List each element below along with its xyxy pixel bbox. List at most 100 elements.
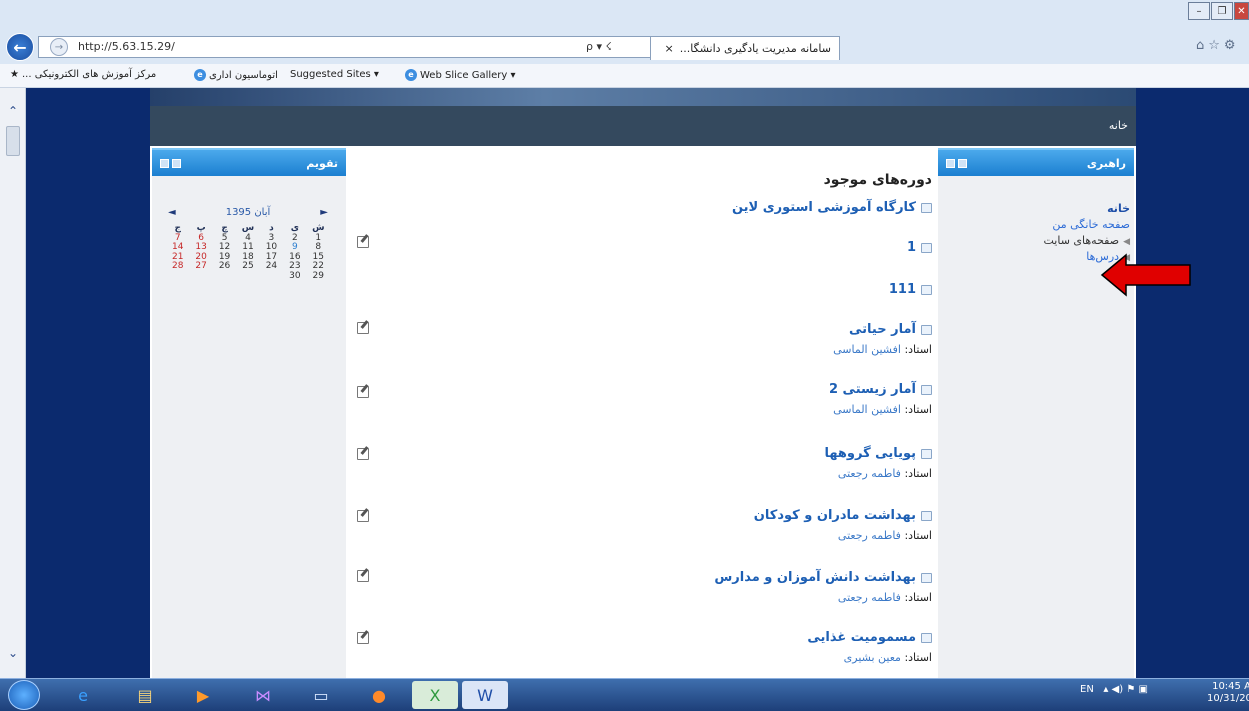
search-refresh-controls[interactable]: ρ ▾ ☇ (586, 40, 612, 53)
clock-time: 10:45 AM (1212, 681, 1249, 692)
back-button[interactable]: ← (6, 33, 34, 61)
clock[interactable]: 10:45 AM 10/31/2016 (1207, 681, 1249, 705)
explorer-taskbar-icon[interactable]: ▤ (122, 681, 168, 709)
edit-course-icon[interactable] (357, 322, 369, 334)
course-name: بهداشت مادران و کودکان (753, 508, 916, 523)
course-link[interactable]: پویایی گروهها (352, 446, 932, 461)
course-link[interactable]: آمار زیستی 2 (352, 382, 932, 397)
teacher-label: استاد: (904, 591, 932, 604)
course-link[interactable]: آمار حیاتی (352, 322, 932, 337)
close-window-button[interactable]: ✕ (1234, 2, 1249, 20)
firefox-taskbar-icon[interactable]: ● (356, 681, 402, 709)
calendar-prev-icon[interactable]: ◄ (168, 207, 176, 221)
calendar-day[interactable]: 27 (189, 261, 212, 272)
ie-taskbar-icon[interactable]: e (60, 681, 106, 709)
course-link[interactable]: 1 (352, 240, 932, 255)
calendar-header: تقویم (152, 148, 346, 176)
ie-icon: e (194, 69, 206, 81)
course-link[interactable]: کارگاه آموزشی استوری لاین (352, 200, 932, 215)
book-icon (921, 324, 932, 335)
clock-date: 10/31/2016 (1207, 693, 1249, 704)
teacher-name-link[interactable]: فاطمه رجعتی (838, 529, 901, 542)
course-name: پویایی گروهها (824, 446, 916, 461)
tray-icons[interactable]: ▴ ◀) ⚑ ▣ (1103, 684, 1148, 695)
teacher-label: استاد: (904, 529, 932, 542)
teacher-name-link[interactable]: افشین الماسی (833, 343, 901, 356)
course-link[interactable]: بهداشت مادران و کودکان (352, 508, 932, 523)
expand-triangle-icon: ◀ (1123, 237, 1130, 247)
start-button[interactable] (8, 680, 40, 710)
nav-my-home-link[interactable]: صفحه خانگی من (944, 218, 1130, 231)
edit-course-icon[interactable] (357, 386, 369, 398)
course-item: پویایی گروهها استاد: فاطمه رجعتی (352, 446, 932, 480)
favorites-bar (0, 64, 1249, 88)
browser-tab[interactable]: × ...سامانه مدیریت یادگیری دانشگا (650, 36, 840, 60)
calendar-day[interactable]: 29 (307, 271, 330, 282)
word-taskbar-icon[interactable]: W (462, 681, 508, 709)
scroll-down-icon[interactable]: ⌄ (8, 646, 18, 660)
calendar-day[interactable]: 26 (213, 261, 236, 272)
calendar-day[interactable]: 30 (283, 271, 306, 282)
calendar-day[interactable]: 25 (236, 261, 259, 272)
favorite-automation[interactable]: e اتوماسیون اداری (194, 69, 278, 81)
calendar-day (189, 272, 212, 282)
edit-course-icon[interactable] (357, 510, 369, 522)
vertical-scrollbar[interactable] (0, 88, 26, 678)
url-text[interactable]: http://5.63.15.29/ (78, 40, 175, 53)
book-icon (921, 202, 932, 213)
ie-icon: e (405, 69, 417, 81)
maximize-button[interactable]: ❐ (1211, 2, 1233, 20)
excel-taskbar-icon[interactable]: X (412, 681, 458, 709)
teacher-label: استاد: (904, 651, 932, 664)
teacher-name-link[interactable]: فاطمه رجعتی (838, 591, 901, 604)
course-item: آمار زیستی 2 استاد: افشین الماسی (352, 382, 932, 416)
course-name: مسمومیت غذایی (807, 630, 916, 645)
book-icon (921, 448, 932, 459)
minimize-button[interactable]: – (1188, 2, 1210, 20)
teacher-name-link[interactable]: افشین الماسی (833, 403, 901, 416)
forward-button[interactable]: → (50, 38, 68, 56)
course-name: کارگاه آموزشی استوری لاین (731, 200, 916, 215)
scroll-up-icon[interactable]: ⌃ (8, 104, 18, 118)
book-icon (921, 572, 932, 583)
media-player-taskbar-icon[interactable]: ▶ (180, 681, 226, 709)
calendar-month[interactable]: آبان 1395 (226, 207, 271, 221)
edit-course-icon[interactable] (357, 570, 369, 582)
block-controls-icon[interactable] (946, 158, 967, 168)
course-item: آمار حیاتی استاد: افشین الماسی (352, 322, 932, 356)
calendar-day[interactable]: 24 (260, 261, 283, 272)
course-item: 1 (352, 240, 932, 255)
breadcrumb-home[interactable]: خانه (1109, 106, 1136, 132)
monitor-taskbar-icon[interactable]: ▭ (298, 681, 344, 709)
star-icon: ★ (10, 69, 19, 80)
block-controls-icon[interactable] (160, 158, 181, 168)
calendar-day (260, 272, 283, 282)
course-link[interactable]: 111 (352, 282, 932, 297)
favorite-web-slice-gallery[interactable]: e Web Slice Gallery ▾ (405, 69, 516, 81)
nav-site-pages[interactable]: ◀صفحه‌های سایت (944, 234, 1130, 247)
visual-studio-taskbar-icon[interactable]: ⋈ (240, 681, 286, 709)
edit-course-icon[interactable] (357, 448, 369, 460)
teacher-name-link[interactable]: معین بشیری (844, 651, 901, 664)
navigation-title: راهبری (1086, 156, 1126, 170)
course-item: مسمومیت غذایی استاد: معین بشیری (352, 630, 932, 664)
book-icon (921, 384, 932, 395)
course-teacher: استاد: فاطمه رجعتی (352, 591, 932, 604)
home-favorites-settings-icons[interactable]: ⌂☆⚙ (1196, 38, 1240, 53)
favorite-suggested-sites[interactable]: Suggested Sites ▾ (290, 69, 379, 80)
tab-close-icon[interactable]: × (665, 42, 674, 55)
system-tray[interactable]: EN ▴ ◀) ⚑ ▣ (1080, 684, 1148, 695)
calendar-next-icon[interactable]: ► (320, 207, 328, 221)
scroll-thumb[interactable] (6, 126, 20, 156)
calendar-day[interactable]: 28 (166, 261, 189, 272)
course-item: بهداشت دانش آموزان و مدارس استاد: فاطمه ر… (352, 570, 932, 604)
calendar-day (166, 272, 189, 282)
book-icon (921, 632, 932, 643)
course-link[interactable]: بهداشت دانش آموزان و مدارس (352, 570, 932, 585)
nav-home-link[interactable]: خانه (944, 202, 1130, 215)
language-indicator[interactable]: EN (1080, 684, 1094, 695)
edit-course-icon[interactable] (357, 632, 369, 644)
teacher-name-link[interactable]: فاطمه رجعتی (838, 467, 901, 480)
favorite-elearning-center[interactable]: ★... مرکز آموزش های الکترونیکی (10, 69, 156, 80)
course-link[interactable]: مسمومیت غذایی (352, 630, 932, 645)
